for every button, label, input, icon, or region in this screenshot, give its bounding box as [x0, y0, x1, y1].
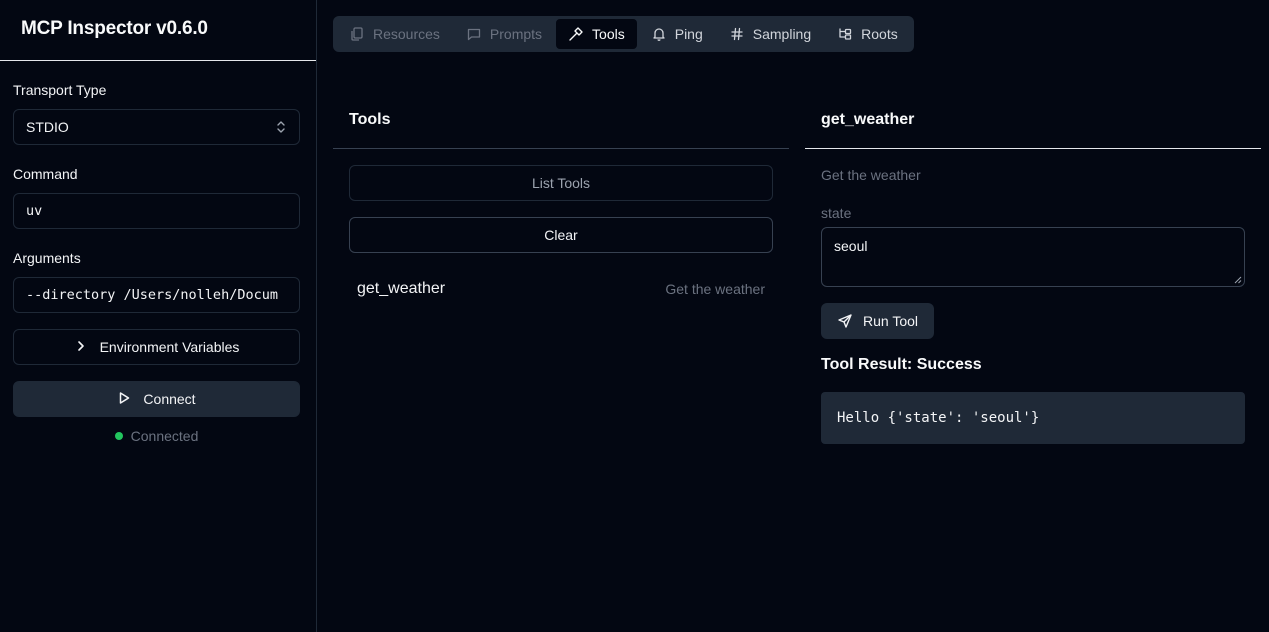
connection-form: Transport Type STDIO Command uv Argument…: [0, 82, 316, 444]
hash-icon: [731, 27, 743, 41]
connect-button[interactable]: Connect: [13, 381, 300, 417]
tab-tools[interactable]: Tools: [556, 19, 637, 49]
files-icon: [351, 27, 363, 41]
run-tool-label: Run Tool: [863, 313, 919, 329]
tab-list: Resources Prompts Tools Ping Sampling Ro…: [333, 16, 914, 52]
tool-detail-title: get_weather: [805, 104, 1261, 149]
tool-detail-description: Get the weather: [821, 167, 921, 183]
tab-tools-label: Tools: [592, 26, 625, 42]
tool-detail-panel: get_weather Get the weather state seoul …: [805, 104, 1261, 460]
connection-status: Connected: [13, 428, 300, 444]
bell-icon: [653, 28, 665, 41]
list-tools-button[interactable]: List Tools: [349, 165, 773, 201]
tool-result-title: Tool Result: Success: [821, 356, 982, 373]
message-square-icon: [467, 28, 481, 41]
environment-variables-label: Environment Variables: [99, 339, 240, 355]
run-tool-button[interactable]: Run Tool: [821, 303, 935, 339]
status-dot-icon: [114, 432, 123, 440]
tool-description: Get the weather: [665, 281, 765, 297]
tab-ping-label: Ping: [674, 26, 703, 42]
tool-name: get_weather: [357, 280, 446, 297]
transport-type-label: Transport Type: [13, 82, 107, 98]
tools-panel-body: List Tools Clear get_weather Get the wea…: [333, 149, 789, 325]
tool-detail-body: Get the weather state seoul Run Tool Too…: [805, 149, 1261, 460]
tab-prompts[interactable]: Prompts: [454, 19, 554, 49]
tab-ping[interactable]: Ping: [639, 19, 715, 49]
list-item[interactable]: get_weather Get the weather: [349, 269, 773, 309]
tools-panel-title: Tools: [333, 104, 789, 149]
sidebar: MCP Inspector v0.6.0 Transport Type STDI…: [0, 0, 317, 632]
connect-label: Connect: [143, 391, 196, 407]
main-content: Resources Prompts Tools Ping Sampling Ro…: [317, 0, 1269, 632]
play-icon: [117, 391, 131, 408]
hammer-icon: [569, 27, 583, 41]
tab-prompts-label: Prompts: [489, 26, 543, 42]
command-label: Command: [13, 166, 78, 182]
arguments-input[interactable]: --directory /Users/nolleh/Docum: [13, 277, 300, 313]
environment-variables-button[interactable]: Environment Variables: [13, 329, 300, 365]
transport-type-select[interactable]: STDIO: [13, 109, 300, 145]
param-state-label: state: [821, 205, 852, 221]
param-state-value: seoul: [834, 238, 868, 254]
app-title: MCP Inspector v0.6.0: [21, 18, 208, 39]
tab-roots[interactable]: Roots: [825, 19, 910, 49]
tab-sampling-label: Sampling: [752, 26, 812, 42]
arguments-label: Arguments: [13, 250, 81, 266]
resize-grip-icon[interactable]: [1234, 276, 1242, 284]
tab-resources[interactable]: Resources: [337, 19, 452, 49]
tab-sampling[interactable]: Sampling: [717, 19, 823, 49]
chevron-right-icon: [74, 339, 88, 356]
transport-type-value: STDIO: [26, 119, 69, 135]
tab-roots-label: Roots: [861, 26, 898, 42]
param-state-input[interactable]: seoul: [821, 227, 1245, 287]
sidebar-header: MCP Inspector v0.6.0: [0, 0, 316, 61]
status-text: Connected: [130, 428, 199, 444]
tools-panels: Tools List Tools Clear get_weather Get t…: [333, 104, 1261, 460]
tab-resources-label: Resources: [373, 26, 440, 42]
command-input[interactable]: uv: [13, 193, 300, 229]
chevrons-up-down-icon: [275, 120, 287, 134]
app-root: MCP Inspector v0.6.0 Transport Type STDI…: [0, 0, 1269, 632]
send-icon: [838, 314, 852, 328]
clear-button[interactable]: Clear: [349, 217, 773, 253]
tool-result-output: Hello {'state': 'seoul'}: [821, 392, 1245, 444]
folder-tree-icon: [839, 28, 852, 40]
tools-list-panel: Tools List Tools Clear get_weather Get t…: [333, 104, 789, 460]
